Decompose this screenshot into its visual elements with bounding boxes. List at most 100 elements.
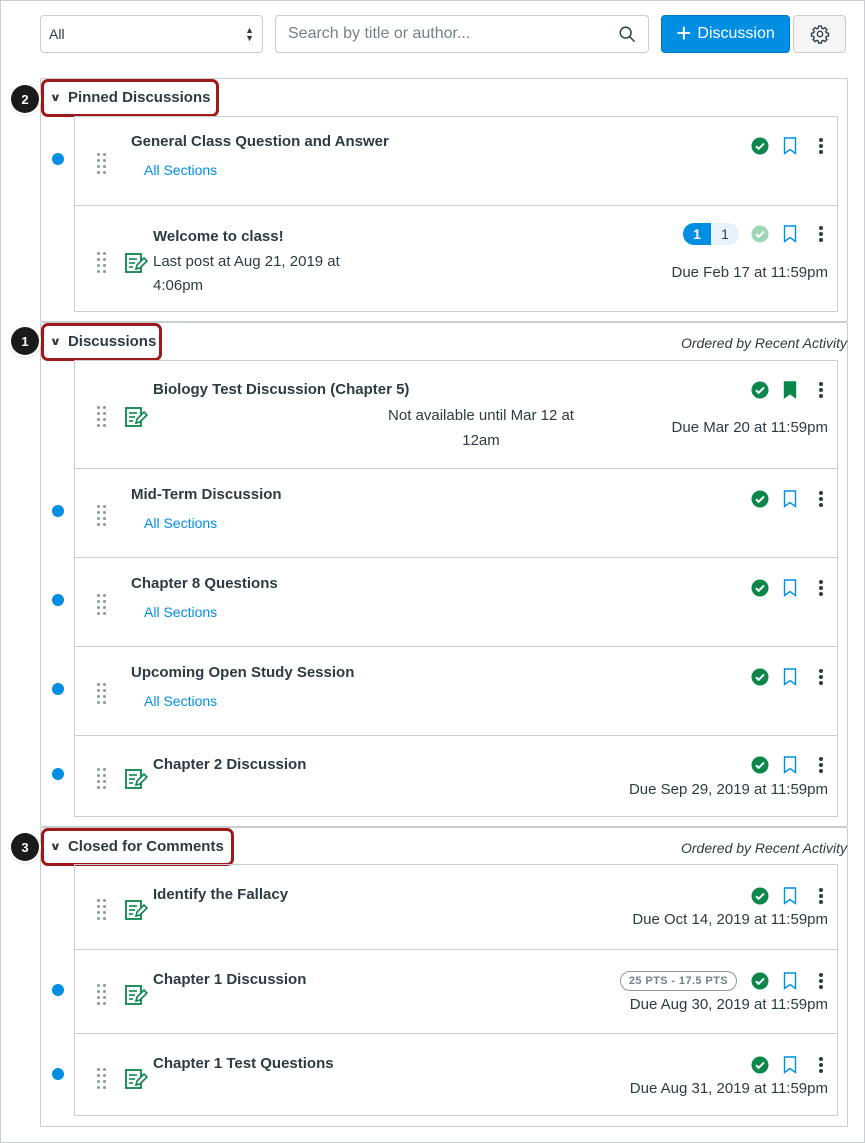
drag-handle-icon[interactable]	[96, 1068, 108, 1090]
ordered-by-label: Ordered by Recent Activity	[681, 335, 847, 351]
section-header: ∨ Closed for Comments Ordered by Recent …	[41, 828, 847, 866]
published-check-icon[interactable]	[751, 137, 769, 155]
more-options-icon[interactable]	[819, 226, 823, 242]
published-check-icon[interactable]	[751, 668, 769, 686]
row-actions	[751, 886, 823, 906]
discussion-title[interactable]: Chapter 8 Questions	[131, 575, 278, 592]
drag-handle-icon[interactable]	[96, 899, 108, 921]
discussions-section: ∨ Discussions Ordered by Recent Activity…	[40, 322, 848, 827]
discussion-title[interactable]: Mid-Term Discussion	[131, 486, 282, 503]
more-options-icon[interactable]	[819, 382, 823, 398]
discussion-title[interactable]: Chapter 2 Discussion	[153, 756, 306, 773]
bookmark-icon[interactable]	[783, 887, 797, 905]
unread-indicator	[52, 153, 64, 165]
discussion-title[interactable]: Identify the Fallacy	[153, 886, 288, 903]
sections-link[interactable]: All Sections	[144, 693, 217, 709]
published-check-icon[interactable]	[751, 1056, 769, 1074]
callout-badge: 1	[11, 327, 39, 355]
assignment-icon	[125, 1069, 148, 1089]
plus-icon: +	[676, 18, 692, 48]
due-date: Due Mar 20 at 11:59pm	[671, 419, 828, 436]
filter-select-value: All	[49, 26, 65, 42]
bookmark-icon[interactable]	[783, 668, 797, 686]
filter-select[interactable]: All ▲ ▼	[40, 15, 263, 53]
ordered-by-label: Ordered by Recent Activity	[681, 840, 847, 856]
published-check-icon[interactable]	[751, 579, 769, 597]
discussion-title[interactable]: Biology Test Discussion (Chapter 5)	[153, 381, 409, 398]
row-actions	[751, 489, 823, 509]
sections-link[interactable]: All Sections	[144, 162, 217, 178]
more-options-icon[interactable]	[819, 138, 823, 154]
discussion-row[interactable]: Upcoming Open Study Session All Sections	[52, 646, 837, 735]
bookmark-icon[interactable]	[783, 225, 797, 243]
availability-text: Not available until Mar 12 at 12am	[388, 407, 574, 449]
discussion-title[interactable]: Welcome to class!	[153, 228, 284, 245]
discussion-row[interactable]: Chapter 1 Discussion 25 PTS - 17.5 PTS D…	[52, 949, 837, 1033]
bookmark-icon[interactable]	[783, 579, 797, 597]
drag-handle-icon[interactable]	[96, 505, 108, 527]
more-options-icon[interactable]	[819, 973, 823, 989]
assignment-icon	[125, 253, 148, 273]
add-discussion-button[interactable]: + Discussion	[661, 15, 790, 53]
drag-handle-icon[interactable]	[96, 768, 108, 790]
published-check-icon[interactable]	[751, 490, 769, 508]
bookmark-icon[interactable]	[783, 756, 797, 774]
select-arrows-icon: ▲ ▼	[245, 25, 254, 43]
drag-handle-icon[interactable]	[96, 406, 108, 428]
discussion-row[interactable]: Mid-Term Discussion All Sections	[52, 468, 837, 557]
bookmark-icon[interactable]	[783, 137, 797, 155]
more-options-icon[interactable]	[819, 580, 823, 596]
discussion-row[interactable]: Biology Test Discussion (Chapter 5) Not …	[75, 361, 837, 468]
discussion-row[interactable]: Identify the Fallacy Due Oct 14, 2019 at…	[75, 865, 837, 949]
row-actions	[751, 1055, 823, 1075]
discussion-title[interactable]: General Class Question and Answer	[131, 133, 389, 150]
published-check-icon[interactable]	[751, 756, 769, 774]
drag-handle-icon[interactable]	[96, 153, 108, 175]
more-options-icon[interactable]	[819, 491, 823, 507]
discussions-list: Biology Test Discussion (Chapter 5) Not …	[52, 360, 838, 818]
section-header: ∨ Discussions Ordered by Recent Activity	[41, 323, 847, 361]
more-options-icon[interactable]	[819, 888, 823, 904]
closed-list: Identify the Fallacy Due Oct 14, 2019 at…	[52, 864, 838, 1117]
settings-button[interactable]	[793, 15, 846, 53]
drag-handle-icon[interactable]	[96, 252, 108, 274]
discussion-row[interactable]: Welcome to class! Last post at Aug 21, 2…	[75, 205, 837, 313]
unread-indicator	[52, 683, 64, 695]
drag-handle-icon[interactable]	[96, 594, 108, 616]
discussion-title[interactable]: Upcoming Open Study Session	[131, 664, 354, 681]
discussion-title[interactable]: Chapter 1 Discussion	[153, 971, 306, 988]
assignment-icon	[125, 985, 148, 1005]
search-icon[interactable]	[618, 25, 636, 43]
bookmark-icon[interactable]	[783, 972, 797, 990]
bookmark-icon[interactable]	[783, 1056, 797, 1074]
discussion-row[interactable]: Chapter 2 Discussion Due Sep 29, 2019 at…	[52, 735, 837, 818]
row-actions	[751, 136, 823, 156]
highlight-box	[41, 323, 162, 361]
more-options-icon[interactable]	[819, 1057, 823, 1073]
drag-handle-icon[interactable]	[96, 984, 108, 1006]
row-actions	[751, 667, 823, 687]
more-options-icon[interactable]	[819, 669, 823, 685]
bookmark-icon[interactable]	[783, 490, 797, 508]
discussion-row[interactable]: Chapter 1 Test Questions Due Aug 31, 201…	[52, 1033, 837, 1117]
discussion-title[interactable]: Chapter 1 Test Questions	[153, 1055, 334, 1072]
search-field[interactable]	[275, 15, 649, 53]
published-check-icon[interactable]	[751, 887, 769, 905]
discussion-row[interactable]: General Class Question and Answer All Se…	[52, 117, 837, 205]
search-input[interactable]	[288, 25, 608, 43]
bookmark-filled-icon[interactable]	[783, 381, 797, 399]
published-check-icon[interactable]	[751, 381, 769, 399]
drag-handle-icon[interactable]	[96, 683, 108, 705]
sections-link[interactable]: All Sections	[144, 515, 217, 531]
unread-indicator	[52, 594, 64, 606]
callout-badge: 2	[11, 85, 39, 113]
more-options-icon[interactable]	[819, 757, 823, 773]
published-check-icon[interactable]	[751, 225, 769, 243]
discussion-row[interactable]: Chapter 8 Questions All Sections	[52, 557, 837, 646]
unread-count-badge: 1	[683, 223, 711, 245]
gear-icon	[810, 25, 829, 44]
sections-link[interactable]: All Sections	[144, 604, 217, 620]
published-check-icon[interactable]	[751, 972, 769, 990]
highlight-box	[41, 79, 219, 117]
row-actions	[751, 380, 823, 400]
